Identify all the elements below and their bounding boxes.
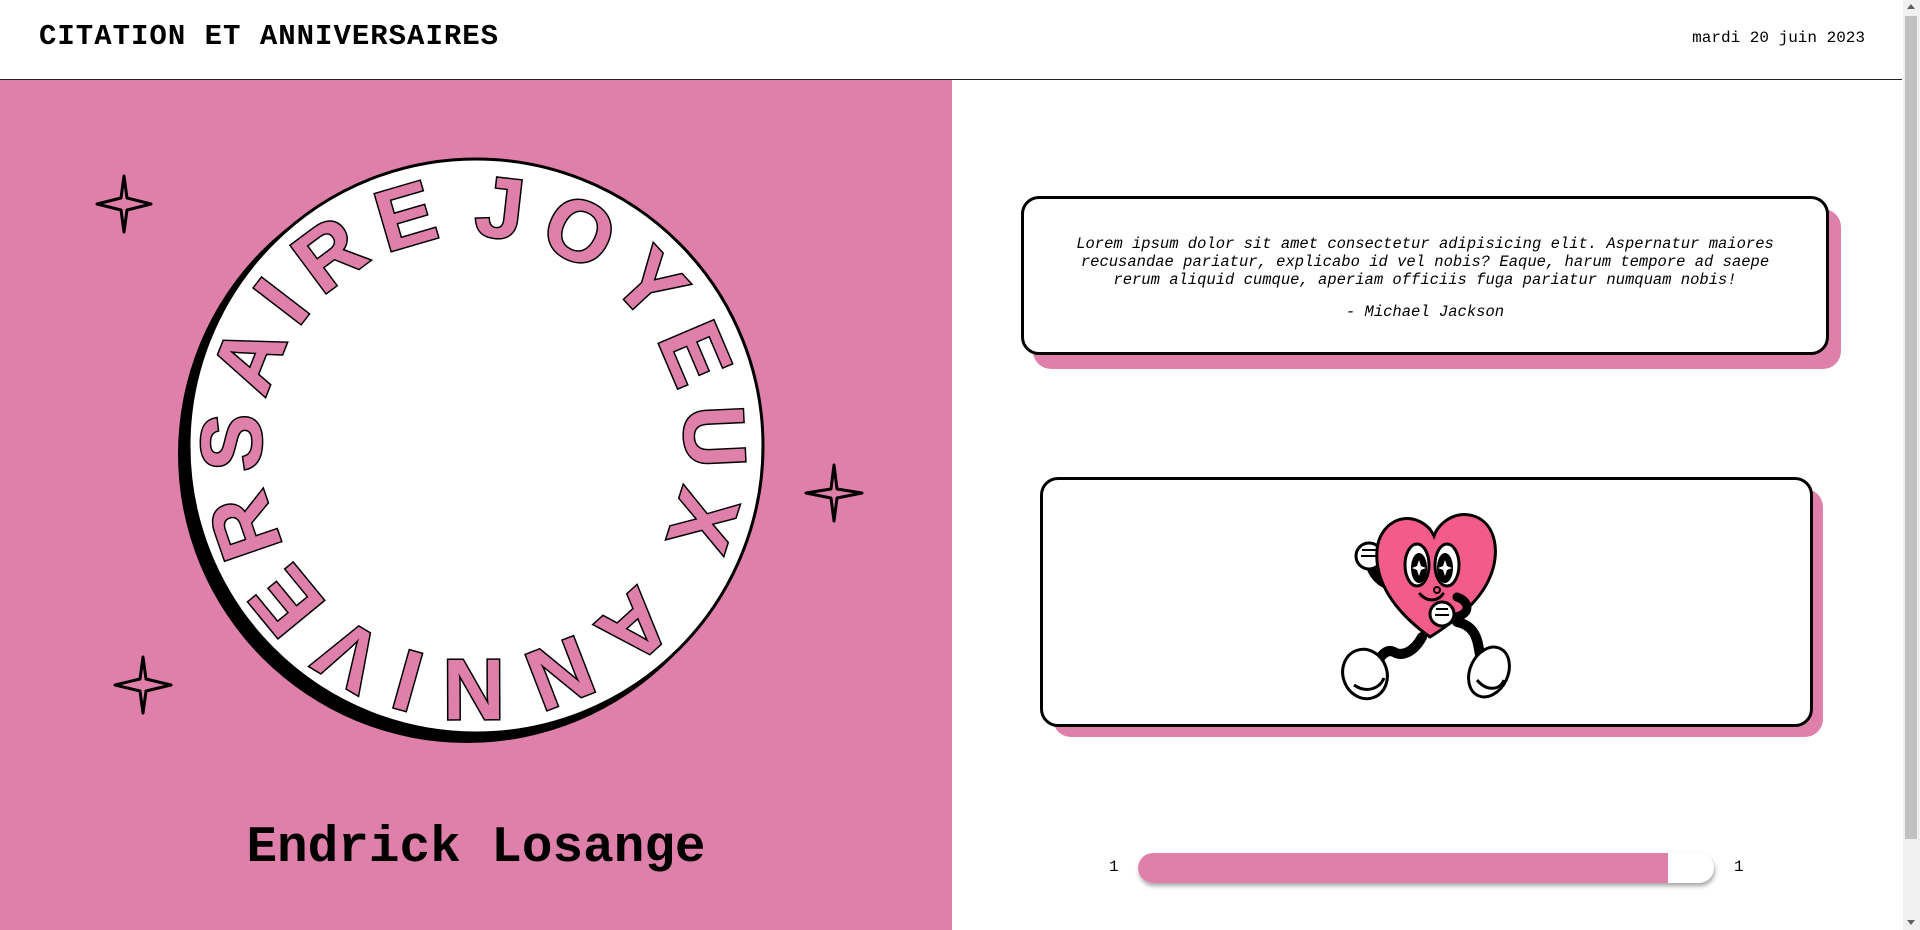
progress-fill bbox=[1138, 853, 1668, 883]
birthday-badge: JOYEUX ANNIVERSAIRE bbox=[95, 157, 864, 743]
quote-author: - Michael Jackson bbox=[1345, 303, 1505, 321]
range-min-label: 1 bbox=[1109, 858, 1119, 876]
scroll-up-icon[interactable] bbox=[1907, 4, 1915, 9]
quote-text: Lorem ipsum dolor sit amet consectetur a… bbox=[1076, 235, 1774, 289]
birthday-panel: JOYEUX ANNIVERSAIRE Endrick Losange bbox=[0, 80, 952, 930]
sparkle-icon bbox=[804, 463, 864, 523]
current-date: mardi 20 juin 2023 bbox=[1692, 29, 1865, 47]
quote-card: Lorem ipsum dolor sit amet consectetur a… bbox=[1021, 196, 1829, 355]
sparkle-icon bbox=[95, 174, 153, 234]
sparkle-icon bbox=[113, 655, 173, 715]
birthday-person-name: Endrick Losange bbox=[246, 820, 706, 877]
vertical-scrollbar[interactable] bbox=[1903, 0, 1920, 930]
running-heart-mascot-icon bbox=[1341, 513, 1511, 701]
range-max-label: 1 bbox=[1734, 858, 1744, 876]
scroll-down-icon[interactable] bbox=[1907, 920, 1915, 925]
page: CITATION ET ANNIVERSAIRES mardi 20 juin … bbox=[0, 0, 1902, 930]
progress-slider[interactable] bbox=[1138, 853, 1714, 883]
app-title: CITATION ET ANNIVERSAIRES bbox=[39, 20, 500, 53]
app-header: CITATION ET ANNIVERSAIRES mardi 20 juin … bbox=[0, 0, 1902, 80]
scrollbar-thumb[interactable] bbox=[1905, 16, 1917, 839]
image-card bbox=[1040, 477, 1813, 727]
